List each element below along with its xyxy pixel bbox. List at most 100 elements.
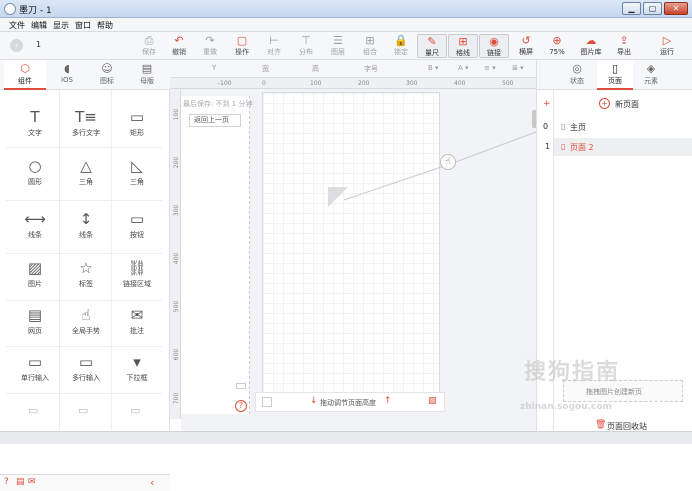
- help-icon[interactable]: ?: [4, 477, 9, 487]
- height-field-label[interactable]: 高: [312, 64, 319, 74]
- run-button[interactable]: ▷ 运行: [652, 34, 682, 58]
- tab-states[interactable]: ◎ 状态: [559, 60, 595, 90]
- fontsize-field-label[interactable]: 字号: [364, 64, 378, 74]
- save-status: 最后保存: 不到 1 分钟: [183, 100, 253, 108]
- layer-button[interactable]: ☰ 图层: [323, 34, 353, 58]
- menu-file[interactable]: 文件: [9, 20, 25, 31]
- image-library-button[interactable]: ☁ 图片库: [576, 34, 606, 58]
- widget-rectangle[interactable]: ▭ 矩形: [112, 104, 162, 150]
- gridline-button[interactable]: ⊞ 格线: [448, 34, 478, 58]
- back-arrow-icon[interactable]: ‹: [10, 39, 23, 52]
- operate-button[interactable]: ▢ 操作: [227, 34, 257, 58]
- widget-vertical-line[interactable]: ↕ 线条: [61, 206, 111, 252]
- bold-icon[interactable]: B ▾: [428, 64, 439, 72]
- grid-divider: [6, 200, 162, 201]
- apple-icon: ◖: [64, 62, 70, 75]
- watermark: 搜狗指南: [524, 360, 621, 385]
- help-circle-icon[interactable]: ?: [235, 400, 247, 412]
- minimize-button[interactable]: ▁: [622, 2, 641, 15]
- keyboard-icon[interactable]: ▭: [78, 404, 88, 417]
- tab-elements[interactable]: ◈ 元素: [633, 60, 669, 90]
- page-file-icon: ▯: [561, 122, 566, 131]
- widget-right-triangle[interactable]: ◺ 三角: [112, 153, 162, 199]
- save-button[interactable]: ⎙ 保存: [134, 34, 164, 58]
- widget-annotation[interactable]: ✉ 批注: [112, 302, 162, 348]
- checkbox-icon[interactable]: [262, 397, 272, 407]
- widget-image[interactable]: ▨ 图片: [10, 255, 60, 301]
- widget-button[interactable]: ▭ 按钮: [112, 206, 162, 252]
- link-hand-icon[interactable]: ☝: [440, 154, 456, 170]
- tab-components[interactable]: ⬡ 组件: [4, 60, 46, 90]
- page-item-page2[interactable]: ▯ 页面 2: [554, 138, 692, 156]
- page-item-home[interactable]: 0 ▯ 主页: [537, 118, 692, 136]
- input-icon: ▭: [27, 353, 43, 371]
- text-align-icon[interactable]: ≡ ▾: [484, 64, 496, 72]
- page-height-adjust-bar[interactable]: ↓ 拖动调节页面高度 ↑ ▨: [255, 392, 445, 412]
- widget-triangle[interactable]: △ 三角: [61, 153, 111, 199]
- width-field-label[interactable]: 宽: [262, 64, 269, 74]
- grid-divider: [6, 253, 162, 254]
- ruler-button[interactable]: ✎ 量尺: [417, 34, 447, 58]
- ruler-label: 600: [173, 348, 181, 361]
- landscape-button[interactable]: ↺ 横屏: [511, 34, 541, 58]
- line-spacing-icon[interactable]: ≣ ▾: [512, 64, 524, 72]
- y-field-label[interactable]: Y: [212, 64, 216, 72]
- webpage-icon: ▤: [27, 306, 43, 324]
- widget-multiline-text[interactable]: T≡ 多行文字: [61, 104, 111, 150]
- zoom-button[interactable]: ⊕ 75%: [542, 34, 572, 58]
- master-icon: ▤: [141, 62, 153, 75]
- menu-window[interactable]: 窗口: [75, 20, 91, 31]
- status-bar: [0, 431, 692, 444]
- multiline-text-icon: T≡: [75, 108, 97, 126]
- toolbar: ‹ 1 ⎙ 保存 ↶ 撤销 ↷ 重做 ▢ 操作 ⊢ 对齐 ⊤ 分布 ☰ 图层 ⊞ 组合 🔒 锁定 …: [0, 32, 692, 60]
- ruler-label: -100: [218, 80, 232, 87]
- widget-horizontal-line[interactable]: ⟷ 线条: [10, 206, 60, 252]
- font-color-icon[interactable]: A ▾: [458, 64, 469, 72]
- tab-master[interactable]: ▤ 母版: [126, 60, 168, 90]
- redo-button[interactable]: ↷ 重做: [195, 34, 225, 58]
- widget-dropdown[interactable]: ▾ 下拉框: [112, 349, 162, 395]
- menu-view[interactable]: 显示: [53, 20, 69, 31]
- widget-text[interactable]: T 文字: [10, 104, 60, 150]
- export-button[interactable]: ⇪ 导出: [609, 34, 639, 58]
- align-button[interactable]: ⊢ 对齐: [259, 34, 289, 58]
- tab-icons[interactable]: ☺ 图标: [86, 60, 128, 90]
- ruler-label: 500: [502, 80, 514, 87]
- widget-global-gesture[interactable]: ☝ 全局手势: [61, 302, 111, 348]
- arrow-up-icon: ↑: [384, 396, 392, 406]
- add-icon[interactable]: +: [543, 99, 551, 109]
- lock-button[interactable]: 🔒 锁定: [386, 34, 416, 58]
- doc-icon[interactable]: ▤: [16, 477, 25, 487]
- collapse-left-icon[interactable]: ‹: [150, 476, 154, 489]
- message-icon[interactable]: ✉: [28, 477, 36, 487]
- ruler-label: 200: [173, 156, 181, 169]
- image-icon[interactable]: ▨: [428, 396, 437, 406]
- group-button[interactable]: ⊞ 组合: [355, 34, 385, 58]
- ruler-label: 400: [454, 80, 466, 87]
- align-icon: ⊢: [269, 34, 279, 47]
- menu-edit[interactable]: 编辑: [31, 20, 47, 31]
- camera-icon[interactable]: ▭: [130, 404, 140, 417]
- app-logo-icon: [4, 3, 16, 15]
- distribute-button[interactable]: ⊤ 分布: [291, 34, 321, 58]
- widget-single-input[interactable]: ▭ 单行输入: [10, 349, 60, 395]
- star-icon: ☆: [79, 259, 93, 277]
- menu-help[interactable]: 帮助: [97, 20, 113, 31]
- folder-icon[interactable]: ▭: [28, 404, 38, 417]
- widget-circle[interactable]: ○ 圆形: [10, 153, 60, 199]
- tab-pages[interactable]: ▯ 页面: [597, 60, 633, 90]
- scroll-handle[interactable]: [236, 383, 246, 389]
- widget-multi-input[interactable]: ▭ 多行输入: [61, 349, 111, 395]
- widget-link-area[interactable]: ⛓ 链接区域: [112, 255, 162, 301]
- tab-ios[interactable]: ◖ iOS: [46, 60, 88, 90]
- widget-webpage[interactable]: ▤ 网页: [10, 302, 60, 348]
- maximize-button[interactable]: ▢: [643, 2, 662, 15]
- undo-button[interactable]: ↶ 撤销: [164, 34, 194, 58]
- smiley-icon: ☺: [101, 62, 113, 75]
- circle-icon: ○: [28, 157, 42, 175]
- widget-label[interactable]: ☆ 标签: [61, 255, 111, 301]
- close-button[interactable]: ✕: [664, 2, 688, 15]
- back-previous-page-button[interactable]: 返回上一页: [189, 114, 241, 127]
- link-button[interactable]: ◉ 链接: [479, 34, 509, 58]
- text-icon: T: [30, 108, 40, 126]
